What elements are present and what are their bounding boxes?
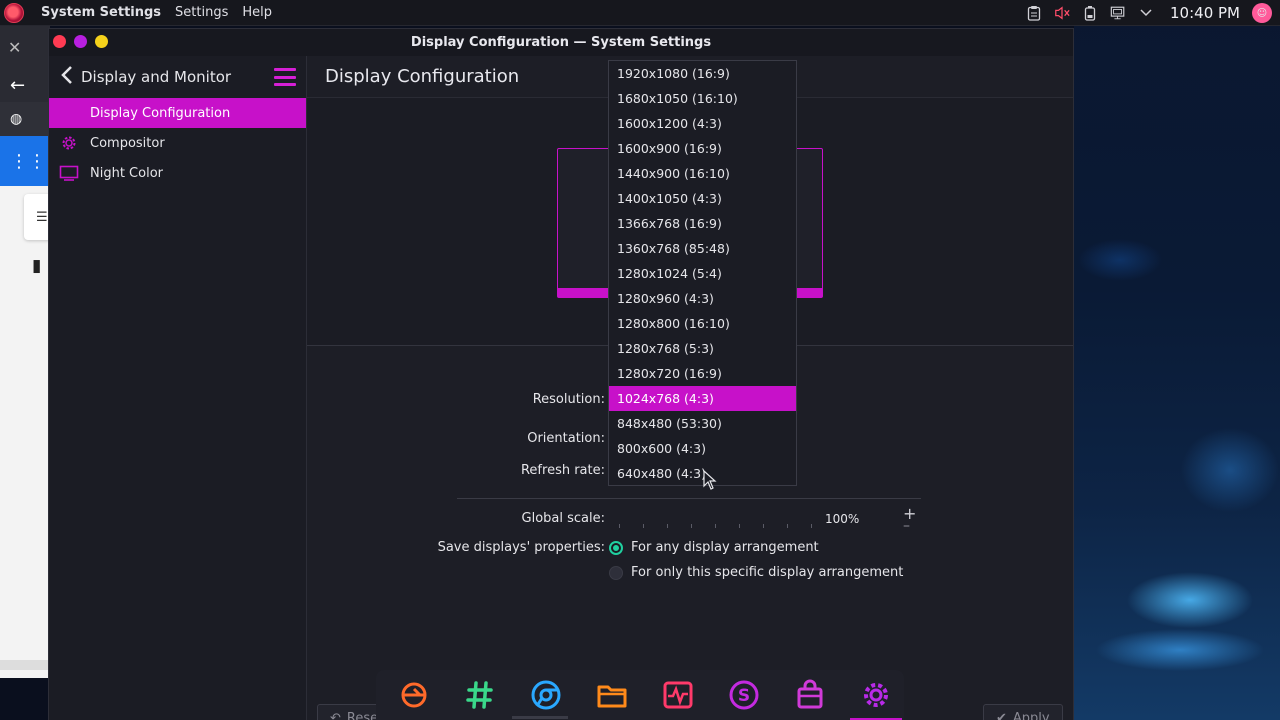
sidebar-item-compositor[interactable]: Compositor xyxy=(49,128,306,158)
back-arrow-icon[interactable]: ← xyxy=(0,68,50,102)
sidebar-back-label[interactable]: Display and Monitor xyxy=(81,68,231,86)
apps-grid-icon[interactable]: ⋮⋮ xyxy=(0,136,50,186)
radio-label: For any display arrangement xyxy=(631,540,819,555)
radio-button-unchecked[interactable] xyxy=(609,565,623,580)
global-scale-slider[interactable] xyxy=(617,518,813,532)
store-icon[interactable] xyxy=(788,673,832,717)
clock[interactable]: 10:40 PM xyxy=(1170,4,1240,22)
radio-button-checked[interactable] xyxy=(609,540,623,555)
svg-text:S: S xyxy=(738,686,750,706)
titlebar[interactable]: Display Configuration — System Settings xyxy=(49,29,1073,56)
slider-tick xyxy=(715,524,716,528)
resolution-option[interactable]: 848x480 (53:30) xyxy=(609,411,796,436)
monitor-icon xyxy=(59,163,79,183)
slider-tick xyxy=(643,524,644,528)
system-settings-window: Display Configuration — System Settings … xyxy=(48,28,1074,720)
resolution-option[interactable]: 1440x900 (16:10) xyxy=(609,161,796,186)
resolution-option-selected[interactable]: 1024x768 (4:3) xyxy=(609,386,796,411)
settings-menu[interactable]: Settings xyxy=(168,5,235,20)
resolution-option[interactable]: 1600x900 (16:9) xyxy=(609,136,796,161)
resolution-option[interactable]: 1360x768 (85:48) xyxy=(609,236,796,261)
apply-button[interactable]: ✔ Apply xyxy=(983,704,1063,720)
network-icon[interactable] xyxy=(1110,5,1126,21)
hashtag-icon[interactable] xyxy=(458,673,502,717)
slider-tick xyxy=(667,524,668,528)
window-controls xyxy=(53,35,108,48)
sidebar-item-label: Display Configuration xyxy=(90,105,231,121)
radio-label: For only this specific display arrangeme… xyxy=(631,565,904,580)
dock-indicator xyxy=(512,716,568,719)
desktop-wallpaper xyxy=(1074,26,1280,720)
radio-any-arrangement[interactable]: For any display arrangement xyxy=(609,540,819,555)
back-arrow-icon[interactable] xyxy=(61,65,73,90)
background-browser-window: ✕ ← ◍ ⋮⋮ ☰ ▮ xyxy=(0,26,50,678)
mouse-pointer-icon xyxy=(703,469,717,494)
sidebar-header: Display and Monitor xyxy=(49,56,306,98)
hamburger-menu-icon[interactable] xyxy=(274,68,296,86)
menu-icon[interactable]: ☰ xyxy=(24,194,50,240)
resolution-option[interactable]: 800x600 (4:3) xyxy=(609,436,796,461)
display-icon xyxy=(59,103,79,123)
app-launcher-icon[interactable] xyxy=(392,673,436,717)
volume-muted-icon[interactable] xyxy=(1054,5,1070,21)
dock: S xyxy=(376,670,904,720)
checkmark-icon: ✔ xyxy=(996,710,1007,720)
resolution-option[interactable]: 1280x1024 (5:4) xyxy=(609,261,796,286)
top-panel: System Settings Settings Help 10:40 PM ☺ xyxy=(0,0,1280,26)
sidebar-item-label: Compositor xyxy=(90,135,165,151)
apply-button-label: Apply xyxy=(1012,710,1050,720)
chevron-down-icon[interactable] xyxy=(1138,5,1154,21)
undo-icon: ↶ xyxy=(330,710,341,720)
resolution-option[interactable]: 1280x960 (4:3) xyxy=(609,286,796,311)
folder-icon[interactable] xyxy=(590,673,634,717)
resolution-label: Resolution: xyxy=(532,392,605,407)
reset-button-label: Rese xyxy=(346,710,379,720)
maximize-button[interactable] xyxy=(95,35,108,48)
refresh-rate-label: Refresh rate: xyxy=(520,463,605,478)
radio-specific-arrangement[interactable]: For only this specific display arrangeme… xyxy=(609,565,903,580)
chromium-icon[interactable] xyxy=(524,673,568,717)
settings-gear-icon[interactable] xyxy=(850,673,902,720)
s-app-icon[interactable]: S xyxy=(722,673,766,717)
horizontal-scrollbar[interactable] xyxy=(0,660,50,670)
battery-icon[interactable] xyxy=(1082,5,1098,21)
minimize-button[interactable] xyxy=(74,35,87,48)
orientation-label: Orientation: xyxy=(527,431,605,446)
sidebar-item-night-color[interactable]: Night Color xyxy=(49,158,306,188)
save-properties-label: Save displays' properties: xyxy=(437,540,605,555)
sidebar-item-label: Night Color xyxy=(90,165,163,181)
close-icon[interactable]: ✕ xyxy=(0,26,50,68)
help-menu[interactable]: Help xyxy=(235,5,279,20)
resolution-option[interactable]: 1280x800 (16:10) xyxy=(609,311,796,336)
app-name-menu[interactable]: System Settings xyxy=(34,5,168,20)
decrease-scale-icon[interactable]: – xyxy=(903,518,910,534)
resolution-option[interactable]: 1400x1050 (4:3) xyxy=(609,186,796,211)
close-button[interactable] xyxy=(53,35,66,48)
slider-tick xyxy=(691,524,692,528)
window-title: Display Configuration — System Settings xyxy=(410,35,712,50)
clipboard-icon[interactable] xyxy=(1026,5,1042,21)
sidebar-item-display-configuration[interactable]: Display Configuration xyxy=(49,98,306,128)
app-logo-icon[interactable] xyxy=(4,2,24,23)
sidebar: Display and Monitor Display Configuratio… xyxy=(49,56,307,720)
global-scale-label: Global scale: xyxy=(521,511,605,526)
slider-tick xyxy=(763,524,764,528)
separator xyxy=(457,498,921,499)
slider-tick xyxy=(619,524,620,528)
resolution-dropdown-list[interactable]: 1920x1080 (16:9) 1680x1050 (16:10) 1600x… xyxy=(608,60,797,486)
resolution-option[interactable]: 1600x1200 (4:3) xyxy=(609,111,796,136)
resolution-option[interactable]: 1280x768 (5:3) xyxy=(609,336,796,361)
slider-tick xyxy=(811,524,812,528)
resolution-option[interactable]: 1680x1050 (16:10) xyxy=(609,86,796,111)
globe-icon[interactable]: ◍ xyxy=(0,102,50,136)
slider-tick xyxy=(739,524,740,528)
activity-monitor-icon[interactable] xyxy=(656,673,700,717)
resolution-option[interactable]: 1366x768 (16:9) xyxy=(609,211,796,236)
resolution-option[interactable]: 1920x1080 (16:9) xyxy=(609,61,796,86)
system-tray: 10:40 PM ☺ xyxy=(1026,0,1272,26)
slider-tick xyxy=(787,524,788,528)
gear-icon xyxy=(59,133,79,153)
user-avatar[interactable]: ☺ xyxy=(1252,3,1272,23)
resolution-option[interactable]: 1280x720 (16:9) xyxy=(609,361,796,386)
